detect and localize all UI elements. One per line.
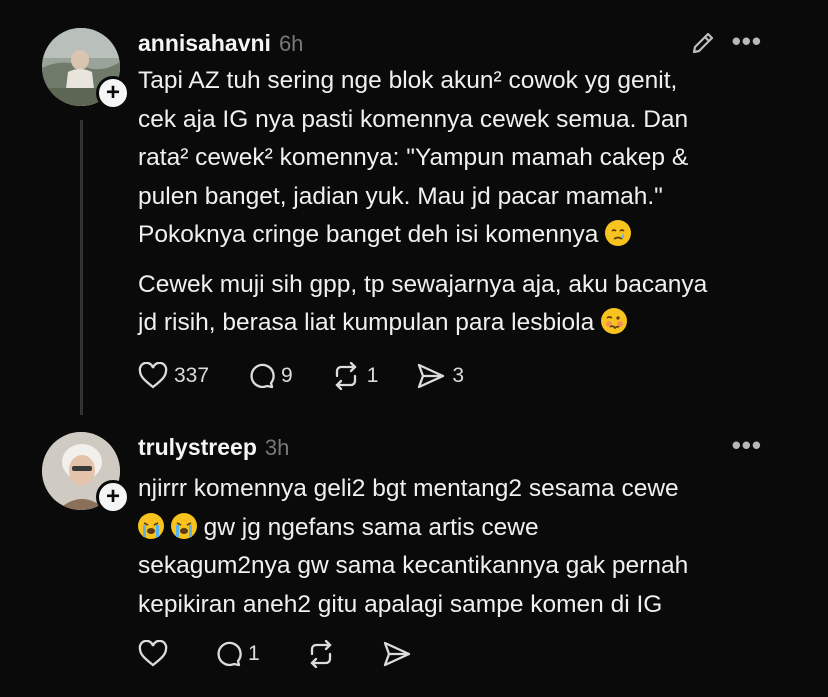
post-header: annisahavni 6h — [138, 30, 303, 57]
thread-post-trulystreep: + trulystreep 3h ••• njirrr komennya gel… — [0, 420, 828, 697]
post-actions: 337 9 1 3 — [138, 362, 502, 390]
post-header: trulystreep 3h — [138, 434, 289, 461]
repost-icon — [310, 640, 332, 668]
like-button[interactable]: 337 — [138, 362, 209, 390]
follow-plus-button[interactable]: + — [96, 480, 130, 514]
more-options-icon[interactable]: ••• — [732, 26, 762, 57]
follow-plus-button[interactable]: + — [96, 76, 130, 110]
heart-icon — [138, 640, 168, 667]
reply-icon — [250, 363, 275, 389]
reply-button[interactable]: 1 — [214, 640, 260, 668]
username[interactable]: annisahavni — [138, 30, 271, 57]
loudly-crying-face-emoji-icon — [138, 512, 164, 539]
text-line: rata² cewek² komennya: "Yampun mamah cak… — [138, 144, 689, 171]
repost-button[interactable] — [306, 640, 336, 668]
reply-icon — [217, 641, 242, 667]
paragraph-1: njirrr komennya geli2 bgt mentang2 sesam… — [138, 470, 778, 624]
repost-button[interactable]: 1 — [331, 362, 379, 390]
text-line: Pokoknya cringe banget deh isi komennya — [138, 221, 599, 248]
timestamp: 3h — [264, 435, 290, 460]
share-icon — [383, 641, 410, 667]
text-line: Tapi AZ tuh sering nge blok akun² cowok … — [138, 67, 678, 94]
share-button[interactable]: 3 — [416, 362, 464, 390]
thread-post-annisahavni: + annisahavni 6h ••• Tapi AZ tuh sering … — [0, 0, 828, 420]
share-icon — [418, 363, 445, 389]
reply-button[interactable]: 9 — [247, 362, 293, 390]
reply-count: 9 — [281, 364, 293, 387]
like-count: 337 — [174, 364, 210, 387]
text-line: sekagum2nya gw sama kecantikannya gak pe… — [138, 552, 689, 579]
post-actions: 1 — [138, 640, 450, 668]
repost-count: 1 — [366, 364, 379, 387]
like-button[interactable] — [138, 640, 168, 668]
text-line: njirrr komennya geli2 bgt mentang2 sesam… — [138, 475, 679, 502]
text-line: pulen banget, jadian yuk. Mau jd pacar m… — [138, 182, 663, 210]
timestamp: 6h — [278, 31, 304, 56]
post-body: njirrr komennya geli2 bgt mentang2 sesam… — [138, 470, 778, 624]
text-line: cek aja IG nya pasti komennya cewek semu… — [138, 105, 689, 133]
reply-count: 1 — [248, 642, 260, 665]
text-line: kepikiran aneh2 gitu apalagi sampe komen… — [138, 590, 663, 618]
crying-face-emoji-icon — [605, 220, 632, 246]
text-line: Cewek muji sih gpp, tp sewajarnya aja, a… — [138, 270, 708, 298]
share-count: 3 — [452, 364, 465, 387]
paragraph-2: Cewek muji sih gpp, tp sewajarnya aja, a… — [138, 266, 778, 343]
paragraph-1: Tapi AZ tuh sering nge blok akun² cowok … — [138, 62, 778, 255]
share-button[interactable] — [382, 640, 412, 668]
thread-line — [80, 120, 83, 415]
post-body: Tapi AZ tuh sering nge blok akun² cowok … — [138, 62, 778, 343]
username[interactable]: trulystreep — [138, 434, 257, 461]
woozy-face-emoji-icon — [601, 308, 628, 334]
more-options-icon[interactable]: ••• — [732, 430, 762, 461]
text-line: jd risih, berasa liat kumpulan para lesb… — [138, 309, 595, 336]
edit-icon[interactable] — [690, 30, 716, 61]
heart-icon — [138, 362, 168, 389]
avatar-annisahavni[interactable]: + — [42, 28, 130, 110]
repost-icon — [335, 362, 357, 390]
text-line: gw jg ngefans sama artis cewe — [203, 513, 539, 541]
loudly-crying-face-emoji-icon — [170, 512, 197, 539]
avatar-trulystreep[interactable]: + — [42, 432, 130, 514]
